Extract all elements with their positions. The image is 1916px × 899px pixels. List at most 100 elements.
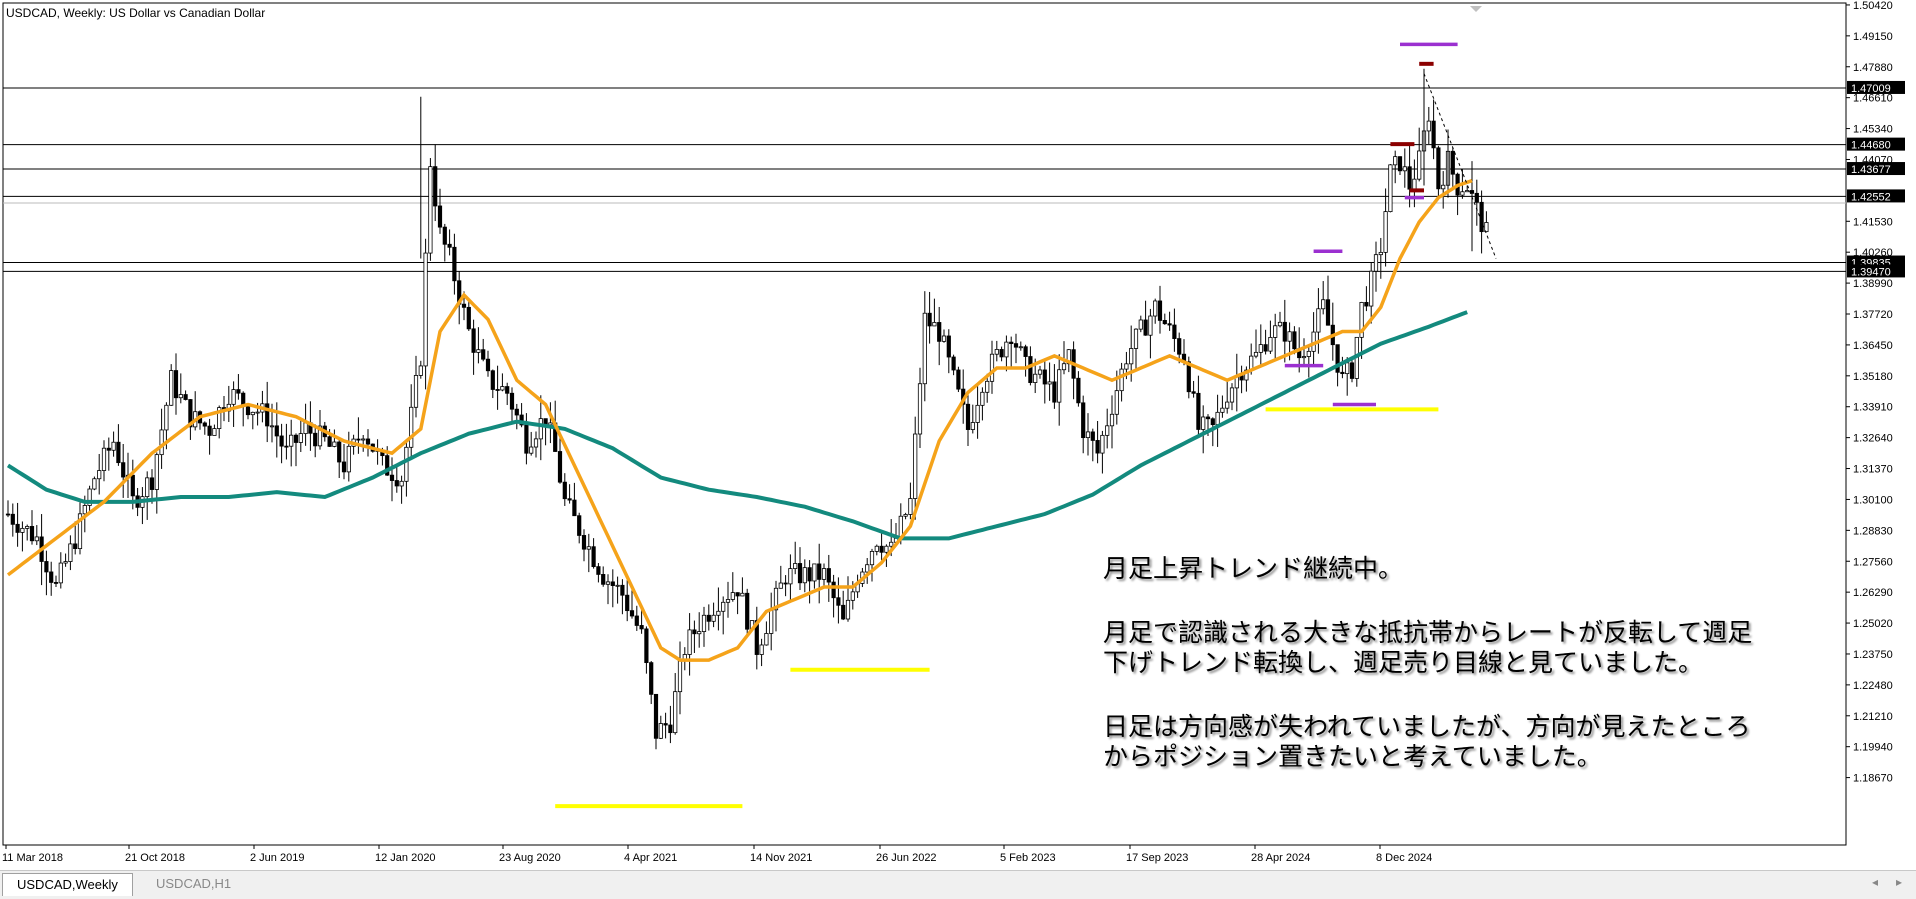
candle-body xyxy=(701,614,707,632)
candle-body xyxy=(601,574,606,585)
candle-body xyxy=(1047,381,1052,385)
candle-body xyxy=(927,312,932,327)
candle-body xyxy=(111,441,116,451)
candle-body xyxy=(793,563,798,569)
candle-body xyxy=(1229,387,1235,403)
candle-body xyxy=(1042,369,1047,385)
tab-usdcad-h1[interactable]: USDCAD,H1 xyxy=(142,873,245,895)
candle-body xyxy=(505,386,510,394)
candle-body xyxy=(25,526,30,529)
candle-body xyxy=(154,454,159,490)
candle-body xyxy=(1157,300,1163,321)
candle-body xyxy=(236,389,241,394)
candle-body xyxy=(1388,164,1393,213)
candle-body xyxy=(212,428,217,436)
y-tick-label: 1.28830 xyxy=(1853,525,1893,537)
candle-body xyxy=(1369,270,1374,307)
candle-body xyxy=(725,599,731,603)
candle-body xyxy=(452,246,457,282)
candle-body xyxy=(169,370,174,406)
candle-body xyxy=(841,604,846,620)
y-tick-label: 1.27560 xyxy=(1853,556,1893,568)
y-tick-label: 1.37720 xyxy=(1853,309,1893,321)
time-axis[interactable]: 11 Mar 2018 21 Oct 2018 2 Jun 2019 12 Jan 2… xyxy=(2,845,1432,864)
candle xyxy=(1388,164,1393,213)
candle-body xyxy=(1215,411,1220,426)
candle-body xyxy=(1143,319,1148,336)
x-tick-label: 17 Sep 2023 xyxy=(1126,852,1188,864)
candle-body xyxy=(495,389,500,391)
chart-window[interactable]: 1.50420 1.49150 1.47880 1.46610 1.45340 1.440… xyxy=(0,0,1916,870)
candle-body xyxy=(389,474,395,481)
candle-body xyxy=(514,408,519,416)
price-axis[interactable]: 1.504201.491501.478801.466101.453401.440… xyxy=(1846,0,1905,785)
candle-body xyxy=(1263,344,1268,352)
candle-body xyxy=(1148,315,1153,336)
candle-body xyxy=(68,543,73,562)
candle-body xyxy=(903,514,908,517)
candle-body xyxy=(1225,401,1230,409)
candle-body xyxy=(159,429,164,456)
candle-body xyxy=(284,445,289,448)
candle-body xyxy=(1277,321,1283,327)
candle-body xyxy=(1114,390,1119,415)
candle-body xyxy=(879,545,884,553)
candle-body xyxy=(591,546,596,568)
candle-body xyxy=(778,582,783,589)
candle-body xyxy=(164,404,169,431)
candle-body xyxy=(73,543,78,550)
candle-body xyxy=(529,446,534,454)
y-tick-label: 1.35180 xyxy=(1853,371,1893,383)
candle-body xyxy=(1153,300,1158,317)
candle-body xyxy=(711,614,716,622)
candle-body xyxy=(533,438,539,448)
candle-body xyxy=(476,349,481,353)
tab-scroll-right-icon[interactable]: ▸ xyxy=(1896,875,1902,889)
candle-body xyxy=(337,441,342,463)
candle-body xyxy=(106,447,111,451)
candle-body xyxy=(356,438,361,441)
candle-body xyxy=(1465,190,1470,193)
candle-body xyxy=(562,481,567,500)
candle-body xyxy=(764,633,769,646)
candle-body xyxy=(1057,369,1062,403)
candle-body xyxy=(1023,346,1028,357)
candle-body xyxy=(394,480,399,487)
candle-body xyxy=(332,441,337,447)
candle-body xyxy=(975,404,980,423)
tab-usdcad-weekly[interactable]: USDCAD,Weekly xyxy=(2,873,133,896)
chart-tab-bar: USDCAD,Weekly USDCAD,H1 ◂ ▸ xyxy=(0,870,1916,899)
candle-body xyxy=(1201,416,1206,430)
candle-body xyxy=(274,425,279,437)
candle-body xyxy=(303,422,308,435)
tab-scroll-left-icon[interactable]: ◂ xyxy=(1872,875,1878,889)
candle-body xyxy=(1196,392,1201,430)
y-tick-label: 1.38990 xyxy=(1853,278,1893,290)
candle-body xyxy=(745,592,750,630)
y-tick-label: 1.31370 xyxy=(1853,464,1893,476)
candle-body xyxy=(658,723,663,739)
candle-body xyxy=(265,403,270,427)
candle-body xyxy=(716,610,721,616)
candle-body xyxy=(581,535,587,550)
y-tick-label: 1.45340 xyxy=(1853,124,1893,136)
trade-commentary: 月足上昇トレンド継続中。 月足で認識される大きな抵抗帯からレートが反転して週足下… xyxy=(1103,554,1763,806)
candle-body xyxy=(769,609,774,634)
candle-body xyxy=(610,581,615,586)
x-tick-label: 26 Jun 2022 xyxy=(876,852,937,864)
candle-body xyxy=(1133,328,1139,349)
level-price-label: 1.39470 xyxy=(1851,266,1891,278)
candle-body xyxy=(92,478,97,490)
level-price-label: 1.43677 xyxy=(1851,164,1891,176)
candle-body xyxy=(1373,254,1379,272)
candle-body xyxy=(1220,407,1225,413)
candle-body xyxy=(1441,184,1446,190)
level-price-label: 1.47009 xyxy=(1851,83,1891,95)
candle-body xyxy=(1037,369,1043,375)
candle-body xyxy=(596,566,601,575)
candle-body xyxy=(437,205,443,228)
x-tick-label: 14 Nov 2021 xyxy=(750,852,812,864)
candle-body xyxy=(1191,391,1196,394)
candle-body xyxy=(677,660,683,693)
candle-body xyxy=(1268,337,1273,352)
